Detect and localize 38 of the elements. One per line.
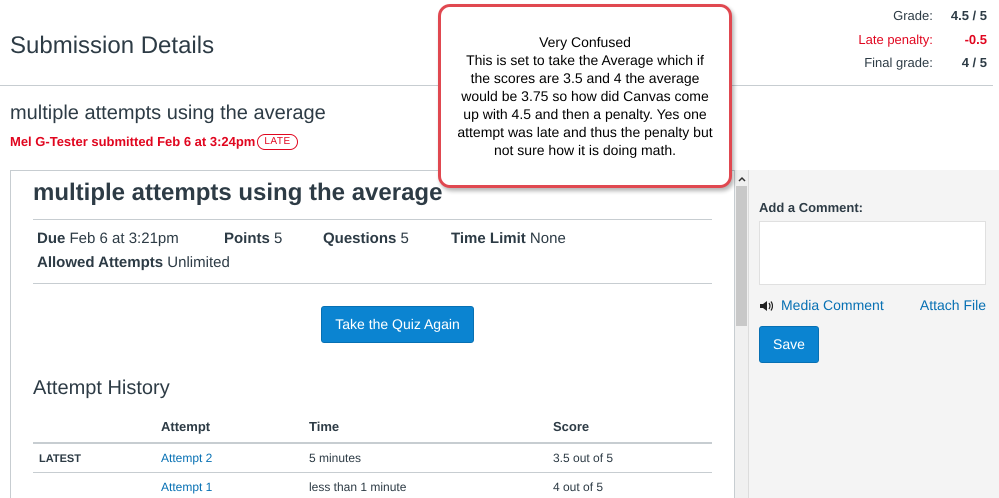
quiz-detail: Allowed Attempts Unlimited bbox=[37, 253, 231, 273]
attempt-link[interactable]: Attempt 2 bbox=[161, 450, 212, 465]
submitted-line: Mel G-Tester submitted Feb 6 at 3:24pm bbox=[10, 133, 256, 151]
save-button[interactable]: Save bbox=[759, 326, 819, 363]
speaker-icon bbox=[759, 300, 773, 312]
table-cell: 4 out of 5 bbox=[553, 472, 712, 498]
grade-value: 4.5 / 5 bbox=[950, 7, 987, 25]
table-cell: 5 minutes bbox=[309, 443, 553, 472]
scrollbar-thumb[interactable] bbox=[736, 186, 747, 326]
quiz-detail: Points 5 bbox=[224, 228, 284, 248]
column-header: Attempt bbox=[161, 410, 309, 443]
latest-tag: LATEST bbox=[39, 452, 81, 464]
grade-label: Final grade: bbox=[863, 54, 933, 72]
scrollbar[interactable] bbox=[735, 170, 748, 498]
scroll-up-icon[interactable] bbox=[738, 176, 746, 182]
grade-label: Grade: bbox=[892, 7, 933, 25]
table-cell: 3.5 out of 5 bbox=[553, 443, 712, 472]
column-header: Score bbox=[553, 410, 712, 443]
assignment-title: multiple attempts using the average bbox=[10, 101, 326, 126]
late-badge: LATE bbox=[257, 134, 298, 150]
callout-text: This is set to take the Average which if the scores are 3.5 and 4 the average would be 3.75 so how did Canvas come up with 4.5 and then a penalty. Yes one attempt was late and thus the penalty but not sure how it is doing math. bbox=[456, 51, 714, 159]
history-title: Attempt History bbox=[33, 376, 171, 400]
quiz-detail: Questions 5 bbox=[323, 228, 410, 248]
attempt-link[interactable]: Attempt 1 bbox=[161, 480, 212, 494]
grade-value: -0.5 bbox=[964, 30, 987, 48]
attach-file-link[interactable]: Attach File bbox=[920, 295, 986, 316]
comment-field[interactable] bbox=[759, 221, 986, 285]
grade-value: 4 / 5 bbox=[960, 54, 987, 72]
column-header: Time bbox=[309, 410, 553, 443]
comment-label: Add a Comment: bbox=[759, 198, 864, 216]
media-comment-link[interactable]: Media Comment bbox=[781, 295, 884, 316]
grade-label: Late penalty: bbox=[858, 30, 933, 49]
table-cell: less than 1 minute bbox=[309, 472, 553, 498]
quiz-detail: Due Feb 6 at 3:21pm bbox=[37, 228, 180, 248]
quiz-detail: Time Limit None bbox=[451, 228, 567, 248]
take-quiz-button[interactable]: Take the Quiz Again bbox=[321, 306, 474, 342]
callout-title: Very Confused bbox=[539, 33, 631, 51]
page-title: Submission Details bbox=[10, 31, 214, 61]
